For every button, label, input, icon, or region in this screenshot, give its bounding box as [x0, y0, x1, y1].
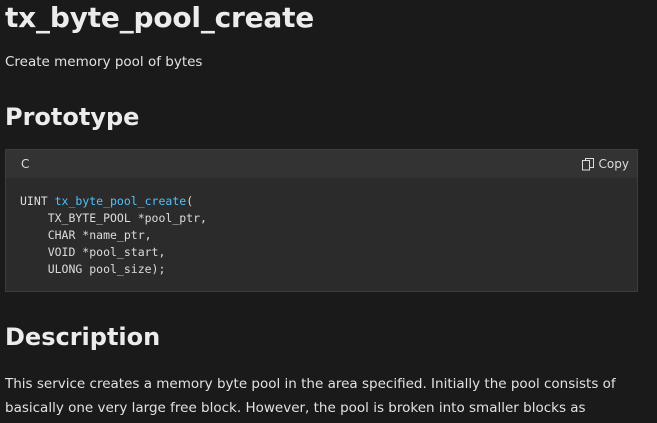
code-language-label: C: [21, 157, 30, 171]
copy-button[interactable]: Copy: [581, 155, 629, 173]
doc-page: tx_byte_pool_create Create memory pool o…: [0, 0, 657, 423]
page-title: tx_byte_pool_create: [5, 1, 315, 34]
code-param-line: TX_BYTE_POOL *pool_ptr,: [20, 211, 207, 225]
code-param-line: CHAR *name_ptr,: [20, 228, 152, 242]
code-param-line: VOID *pool_start,: [20, 245, 166, 259]
copy-button-label: Copy: [598, 157, 629, 171]
description-text: This service creates a memory byte pool …: [5, 376, 616, 416]
code-block: C Copy UINT tx_byte_pool_create( TX_BYTE…: [5, 149, 638, 292]
description-heading: Description: [5, 323, 161, 351]
page-subtitle: Create memory pool of bytes: [5, 54, 203, 70]
copy-icon: [581, 157, 594, 171]
code-content: UINT tx_byte_pool_create( TX_BYTE_POOL *…: [20, 193, 207, 278]
code-header: C Copy: [6, 150, 637, 178]
code-param-line: ULONG pool_size);: [20, 262, 166, 276]
code-open-paren: (: [186, 194, 194, 208]
code-function-name: tx_byte_pool_create: [54, 194, 187, 208]
prototype-heading: Prototype: [5, 103, 140, 131]
code-return-type: UINT: [20, 194, 55, 208]
